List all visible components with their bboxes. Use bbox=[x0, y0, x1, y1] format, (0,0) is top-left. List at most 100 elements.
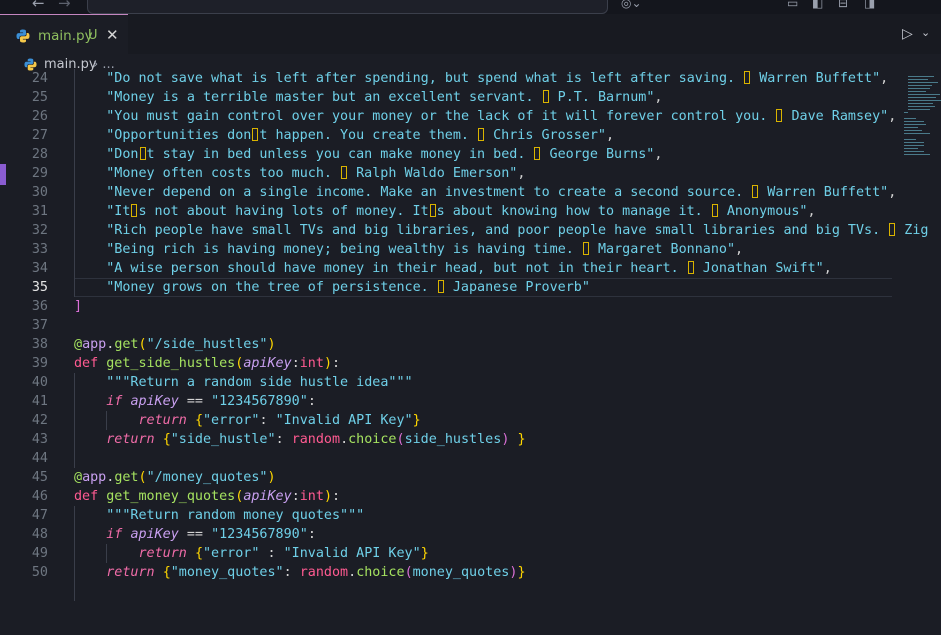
tab-filename: main.py bbox=[38, 28, 93, 44]
copilot-icon[interactable]: ◎⌄ bbox=[621, 0, 642, 10]
line-number: 32 bbox=[31, 223, 48, 238]
back-arrow-icon[interactable]: ← bbox=[32, 0, 45, 12]
minimap-line bbox=[908, 97, 936, 98]
code-token: , bbox=[605, 128, 615, 143]
code-token: return bbox=[138, 413, 187, 428]
code-line[interactable]: 44 bbox=[0, 449, 941, 468]
code-line[interactable]: 41 if apiKey == "1234567890": bbox=[0, 392, 941, 411]
chevron-down-icon[interactable]: ⌄ bbox=[921, 26, 930, 39]
code-token: "Money is a terrible master but an excel… bbox=[74, 90, 542, 105]
run-python-file-icon[interactable]: ▷ bbox=[902, 26, 913, 42]
line-number: 42 bbox=[31, 413, 48, 428]
code-text: return {"error": "Invalid API Key"} bbox=[74, 411, 421, 430]
line-number: 44 bbox=[31, 451, 48, 466]
code-line[interactable]: 47 """Return random money quotes""" bbox=[0, 506, 941, 525]
line-number: 30 bbox=[31, 185, 48, 200]
minimap-line bbox=[908, 103, 933, 104]
line-number: 46 bbox=[31, 489, 48, 504]
minimap-line bbox=[908, 85, 932, 86]
customize-layout-icon[interactable]: ▭ bbox=[787, 0, 798, 10]
code-line[interactable]: 27 "Opportunities don t happen. You creat… bbox=[0, 126, 941, 145]
code-line[interactable]: 50 return {"money_quotes": random.choice… bbox=[0, 563, 941, 582]
tab-main-py[interactable]: main.py U ✕ bbox=[0, 14, 128, 54]
minimap-line bbox=[908, 88, 930, 89]
command-center-search[interactable]: ⚲ simple-api bbox=[87, 0, 608, 14]
minimap-line bbox=[908, 79, 928, 80]
code-line[interactable]: 42 return {"error": "Invalid API Key"} bbox=[0, 411, 941, 430]
code-token: "Never depend on a single income. Make a… bbox=[74, 185, 752, 200]
code-line[interactable]: 43 return {"side_hustle": random.choice(… bbox=[0, 430, 941, 449]
minimap-line bbox=[904, 118, 916, 119]
code-line[interactable]: 45 @app.get("/money_quotes") bbox=[0, 468, 941, 487]
code-line[interactable]: 30 "Never depend on a single income. Mak… bbox=[0, 183, 941, 202]
code-token: , bbox=[880, 71, 889, 86]
unicode-highlight-box bbox=[776, 109, 783, 122]
minimap-line bbox=[908, 100, 941, 101]
code-token: s about knowing how to manage it. bbox=[436, 204, 711, 219]
code-line[interactable]: 31 "It s not about having lots of money. … bbox=[0, 202, 941, 221]
code-line[interactable]: 26 "You must gain control over your mone… bbox=[0, 107, 941, 126]
code-token: Chris Grosser" bbox=[485, 128, 606, 143]
code-text: "Being rich is having money; being wealt… bbox=[74, 240, 743, 259]
code-line[interactable]: 38 @app.get("/side_hustles") bbox=[0, 335, 941, 354]
code-editor[interactable]: 24 "Do not save what is left after spend… bbox=[0, 69, 941, 635]
code-token: @ bbox=[74, 470, 83, 485]
code-line[interactable]: 39 def get_side_hustles(apiKey:int): bbox=[0, 354, 941, 373]
minimap-line bbox=[904, 127, 918, 128]
code-token: P.T. Barnum" bbox=[549, 90, 655, 105]
code-token: : bbox=[291, 356, 300, 371]
code-token: "Opportunities don bbox=[74, 128, 252, 143]
code-line[interactable]: 25 "Money is a terrible master but an ex… bbox=[0, 88, 941, 107]
unicode-highlight-box bbox=[341, 166, 348, 179]
code-token: ) bbox=[323, 356, 332, 371]
code-line[interactable]: 37 bbox=[0, 316, 941, 335]
unicode-highlight-box bbox=[711, 204, 718, 217]
code-token: app bbox=[82, 470, 107, 485]
toggle-sidebar-icon[interactable]: ◧ bbox=[812, 0, 823, 10]
code-line[interactable]: 49 return {"error" : "Invalid API Key"} bbox=[0, 544, 941, 563]
code-token: int bbox=[299, 489, 324, 504]
code-text: @app.get("/money_quotes") bbox=[74, 468, 276, 487]
git-status-badge: U bbox=[88, 28, 98, 43]
code-line[interactable]: 33 "Being rich is having money; being we… bbox=[0, 240, 941, 259]
code-token: return bbox=[138, 546, 187, 561]
code-token: "You must gain control over your money o… bbox=[74, 109, 776, 124]
code-line[interactable]: 35 "Money grows on the tree of persisten… bbox=[0, 278, 941, 297]
code-token: : bbox=[307, 527, 316, 542]
code-text: "Money often costs too much. Ralph Waldo… bbox=[74, 164, 525, 183]
code-token: , bbox=[807, 204, 816, 219]
code-line[interactable]: 34 "A wise person should have money in t… bbox=[0, 259, 941, 278]
code-line[interactable]: 32 "Rich people have small TVs and big l… bbox=[0, 221, 941, 240]
code-token: return bbox=[106, 565, 155, 580]
toggle-secondary-sidebar-icon[interactable]: ◨ bbox=[864, 0, 875, 10]
code-token: if bbox=[106, 527, 123, 542]
code-line[interactable]: 48 if apiKey == "1234567890": bbox=[0, 525, 941, 544]
code-line[interactable]: 28 "Don t stay in bed unless you can make… bbox=[0, 145, 941, 164]
code-line[interactable]: 46 def get_money_quotes(apiKey:int): bbox=[0, 487, 941, 506]
code-token: } bbox=[517, 565, 526, 580]
code-line[interactable]: 24 "Do not save what is left after spend… bbox=[0, 69, 941, 88]
code-line[interactable]: 36] bbox=[0, 297, 941, 316]
line-number: 47 bbox=[31, 508, 48, 523]
code-token: Jonathan Swift" bbox=[694, 261, 824, 276]
code-token: "/money_quotes" bbox=[146, 470, 268, 485]
minimap[interactable] bbox=[900, 74, 941, 184]
line-number: 34 bbox=[31, 261, 48, 276]
code-line[interactable]: 40 """Return a random side hustle idea""… bbox=[0, 373, 941, 392]
forward-arrow-icon[interactable]: → bbox=[58, 0, 71, 12]
minimap-line bbox=[904, 139, 916, 140]
code-token: random bbox=[299, 565, 349, 580]
toggle-panel-icon[interactable]: ⊟ bbox=[838, 0, 848, 10]
code-token: money_quotes bbox=[412, 565, 510, 580]
close-tab-icon[interactable]: ✕ bbox=[106, 26, 119, 44]
code-token: "It bbox=[74, 204, 131, 219]
line-number: 41 bbox=[31, 394, 48, 409]
code-token: { bbox=[162, 432, 171, 447]
code-token: , bbox=[654, 90, 663, 105]
minimap-line bbox=[908, 76, 934, 77]
code-line[interactable]: 29 "Money often costs too much. Ralph Wa… bbox=[0, 164, 941, 183]
